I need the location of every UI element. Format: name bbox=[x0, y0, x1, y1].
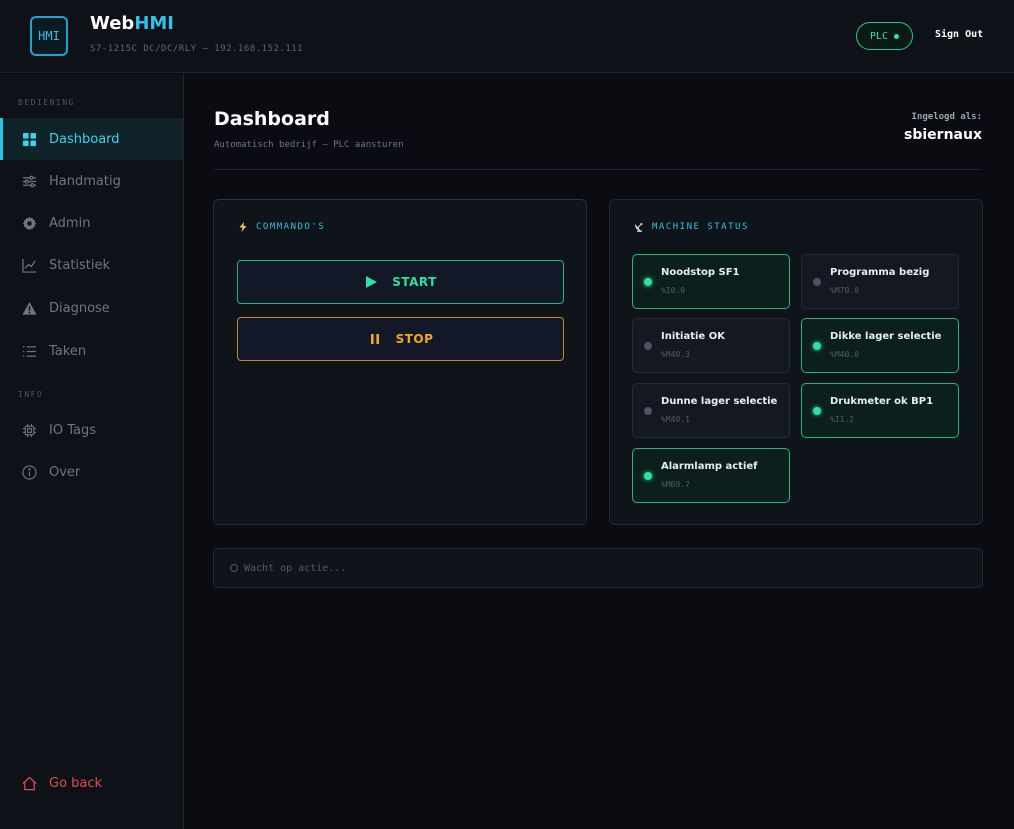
lightning-icon bbox=[239, 222, 247, 232]
status-name: Initiatie OK bbox=[661, 331, 725, 342]
warning-icon bbox=[22, 301, 37, 316]
sidebar-item-label: Taken bbox=[49, 343, 87, 359]
start-button-label: START bbox=[392, 275, 437, 289]
sidebar-item-label: Statistiek bbox=[49, 257, 111, 273]
home-icon bbox=[22, 776, 37, 791]
sliders-icon bbox=[22, 174, 37, 189]
go-back-label: Go back bbox=[49, 775, 103, 791]
sidebar-item-label: IO Tags bbox=[49, 422, 96, 438]
status-tag: %M40.1 bbox=[661, 415, 690, 424]
logged-in-user: sbiernaux bbox=[904, 127, 982, 143]
sidebar-item-taken[interactable]: Taken bbox=[0, 330, 183, 372]
status-card-alarmlamp: Alarmlamp actief %M69.7 bbox=[632, 448, 790, 503]
status-card-programma-bezig: Programma bezig %M70.0 bbox=[801, 254, 959, 309]
page-subtitle: Automatisch bedrijf — PLC aansturen bbox=[214, 140, 404, 150]
status-tag: %I1.2 bbox=[830, 415, 855, 424]
status-card-dikke-lager: Dikke lager selectie %M40.0 bbox=[801, 318, 959, 373]
machine-status-title: MACHINE STATUS bbox=[652, 222, 749, 232]
action-log-bar: Wacht op actie... bbox=[213, 548, 983, 588]
sidebar: BEDIENING Dashboard Handmatig Admin Stat… bbox=[0, 74, 184, 829]
status-name: Drukmeter ok BP1 bbox=[830, 396, 934, 407]
status-tag: %M70.0 bbox=[830, 286, 859, 295]
status-tag: %I0.0 bbox=[661, 286, 686, 295]
commands-panel-header: COMMANDO'S bbox=[238, 222, 325, 232]
gear-icon bbox=[22, 216, 37, 231]
status-tag: %M69.7 bbox=[661, 480, 690, 489]
satellite-dish-icon bbox=[635, 223, 643, 232]
status-card-noodstop: Noodstop SF1 %I0.0 bbox=[632, 254, 790, 309]
sidebar-item-label: Over bbox=[49, 464, 81, 480]
sidebar-item-diagnose[interactable]: Diagnose bbox=[0, 287, 183, 329]
sidebar-item-label: Admin bbox=[49, 215, 91, 231]
status-indicator-icon bbox=[813, 407, 821, 415]
info-icon bbox=[22, 464, 37, 480]
status-name: Programma bezig bbox=[830, 267, 930, 278]
log-message: Wacht op actie... bbox=[244, 562, 347, 574]
status-tag: %M40.0 bbox=[830, 350, 859, 359]
status-indicator-icon bbox=[644, 278, 652, 286]
status-indicator-icon bbox=[813, 342, 821, 350]
plc-connection-info: S7-1215C DC/DC/RLY — 192.168.152.111 bbox=[90, 44, 304, 54]
status-tag: %M40.3 bbox=[661, 350, 690, 359]
chart-line-icon bbox=[22, 258, 37, 273]
header-divider bbox=[214, 169, 982, 170]
status-name: Alarmlamp actief bbox=[661, 461, 758, 472]
sidebar-item-statistiek[interactable]: Statistiek bbox=[0, 244, 183, 286]
list-icon bbox=[22, 344, 37, 359]
sidebar-item-over[interactable]: Over bbox=[0, 451, 183, 493]
page-title: Dashboard bbox=[214, 108, 330, 130]
stop-button-label: STOP bbox=[395, 332, 434, 346]
machine-status-panel: MACHINE STATUS Noodstop SF1 %I0.0 Progra… bbox=[609, 199, 983, 525]
hmi-logo: HMI bbox=[30, 16, 68, 56]
status-indicator-icon bbox=[644, 472, 652, 480]
status-card-drukmeter: Drukmeter ok BP1 %I1.2 bbox=[801, 383, 959, 438]
status-name: Dikke lager selectie bbox=[830, 331, 942, 342]
grid-icon bbox=[22, 132, 37, 147]
sidebar-item-handmatig[interactable]: Handmatig bbox=[0, 160, 183, 202]
machine-status-header: MACHINE STATUS bbox=[634, 222, 749, 232]
sidebar-item-io-tags[interactable]: IO Tags bbox=[0, 409, 183, 451]
status-indicator-icon bbox=[813, 278, 821, 286]
status-card-dunne-lager: Dunne lager selectie %M40.1 bbox=[632, 383, 790, 438]
sidebar-item-label: Handmatig bbox=[49, 173, 121, 189]
logged-in-label: Ingelogd als: bbox=[911, 112, 982, 122]
chip-icon bbox=[22, 423, 37, 438]
brand-hmi: HMI bbox=[134, 13, 174, 34]
go-back-button[interactable]: Go back bbox=[0, 762, 183, 804]
sidebar-item-label: Diagnose bbox=[49, 300, 110, 316]
brand-web: Web bbox=[90, 13, 135, 34]
start-button[interactable]: START bbox=[237, 260, 564, 304]
commands-panel: COMMANDO'S START STOP bbox=[213, 199, 587, 525]
app-header: HMI WebHMI S7-1215C DC/DC/RLY — 192.168.… bbox=[0, 0, 1014, 73]
stop-button[interactable]: STOP bbox=[237, 317, 564, 361]
status-indicator-icon bbox=[644, 407, 652, 415]
sidebar-item-dashboard[interactable]: Dashboard bbox=[0, 118, 183, 160]
sidebar-section-bediening: BEDIENING bbox=[18, 98, 75, 107]
sidebar-item-label: Dashboard bbox=[49, 131, 120, 147]
play-icon bbox=[366, 276, 378, 288]
brand-title: WebHMI bbox=[90, 13, 174, 34]
pause-icon bbox=[370, 334, 379, 344]
plc-status-label: PLC bbox=[869, 30, 889, 42]
log-circle-icon bbox=[230, 564, 238, 572]
status-card-initiatie-ok: Initiatie OK %M40.3 bbox=[632, 318, 790, 373]
commands-panel-title: COMMANDO'S bbox=[256, 222, 326, 232]
plc-status-dot-icon bbox=[894, 33, 900, 39]
sign-out-button[interactable]: Sign Out bbox=[935, 29, 983, 40]
sidebar-item-admin[interactable]: Admin bbox=[0, 202, 183, 244]
status-name: Dunne lager selectie bbox=[661, 396, 778, 407]
plc-status-badge[interactable]: PLC bbox=[856, 22, 913, 50]
status-name: Noodstop SF1 bbox=[661, 267, 740, 278]
status-indicator-icon bbox=[644, 342, 652, 350]
sidebar-section-info: INFO bbox=[18, 390, 44, 399]
